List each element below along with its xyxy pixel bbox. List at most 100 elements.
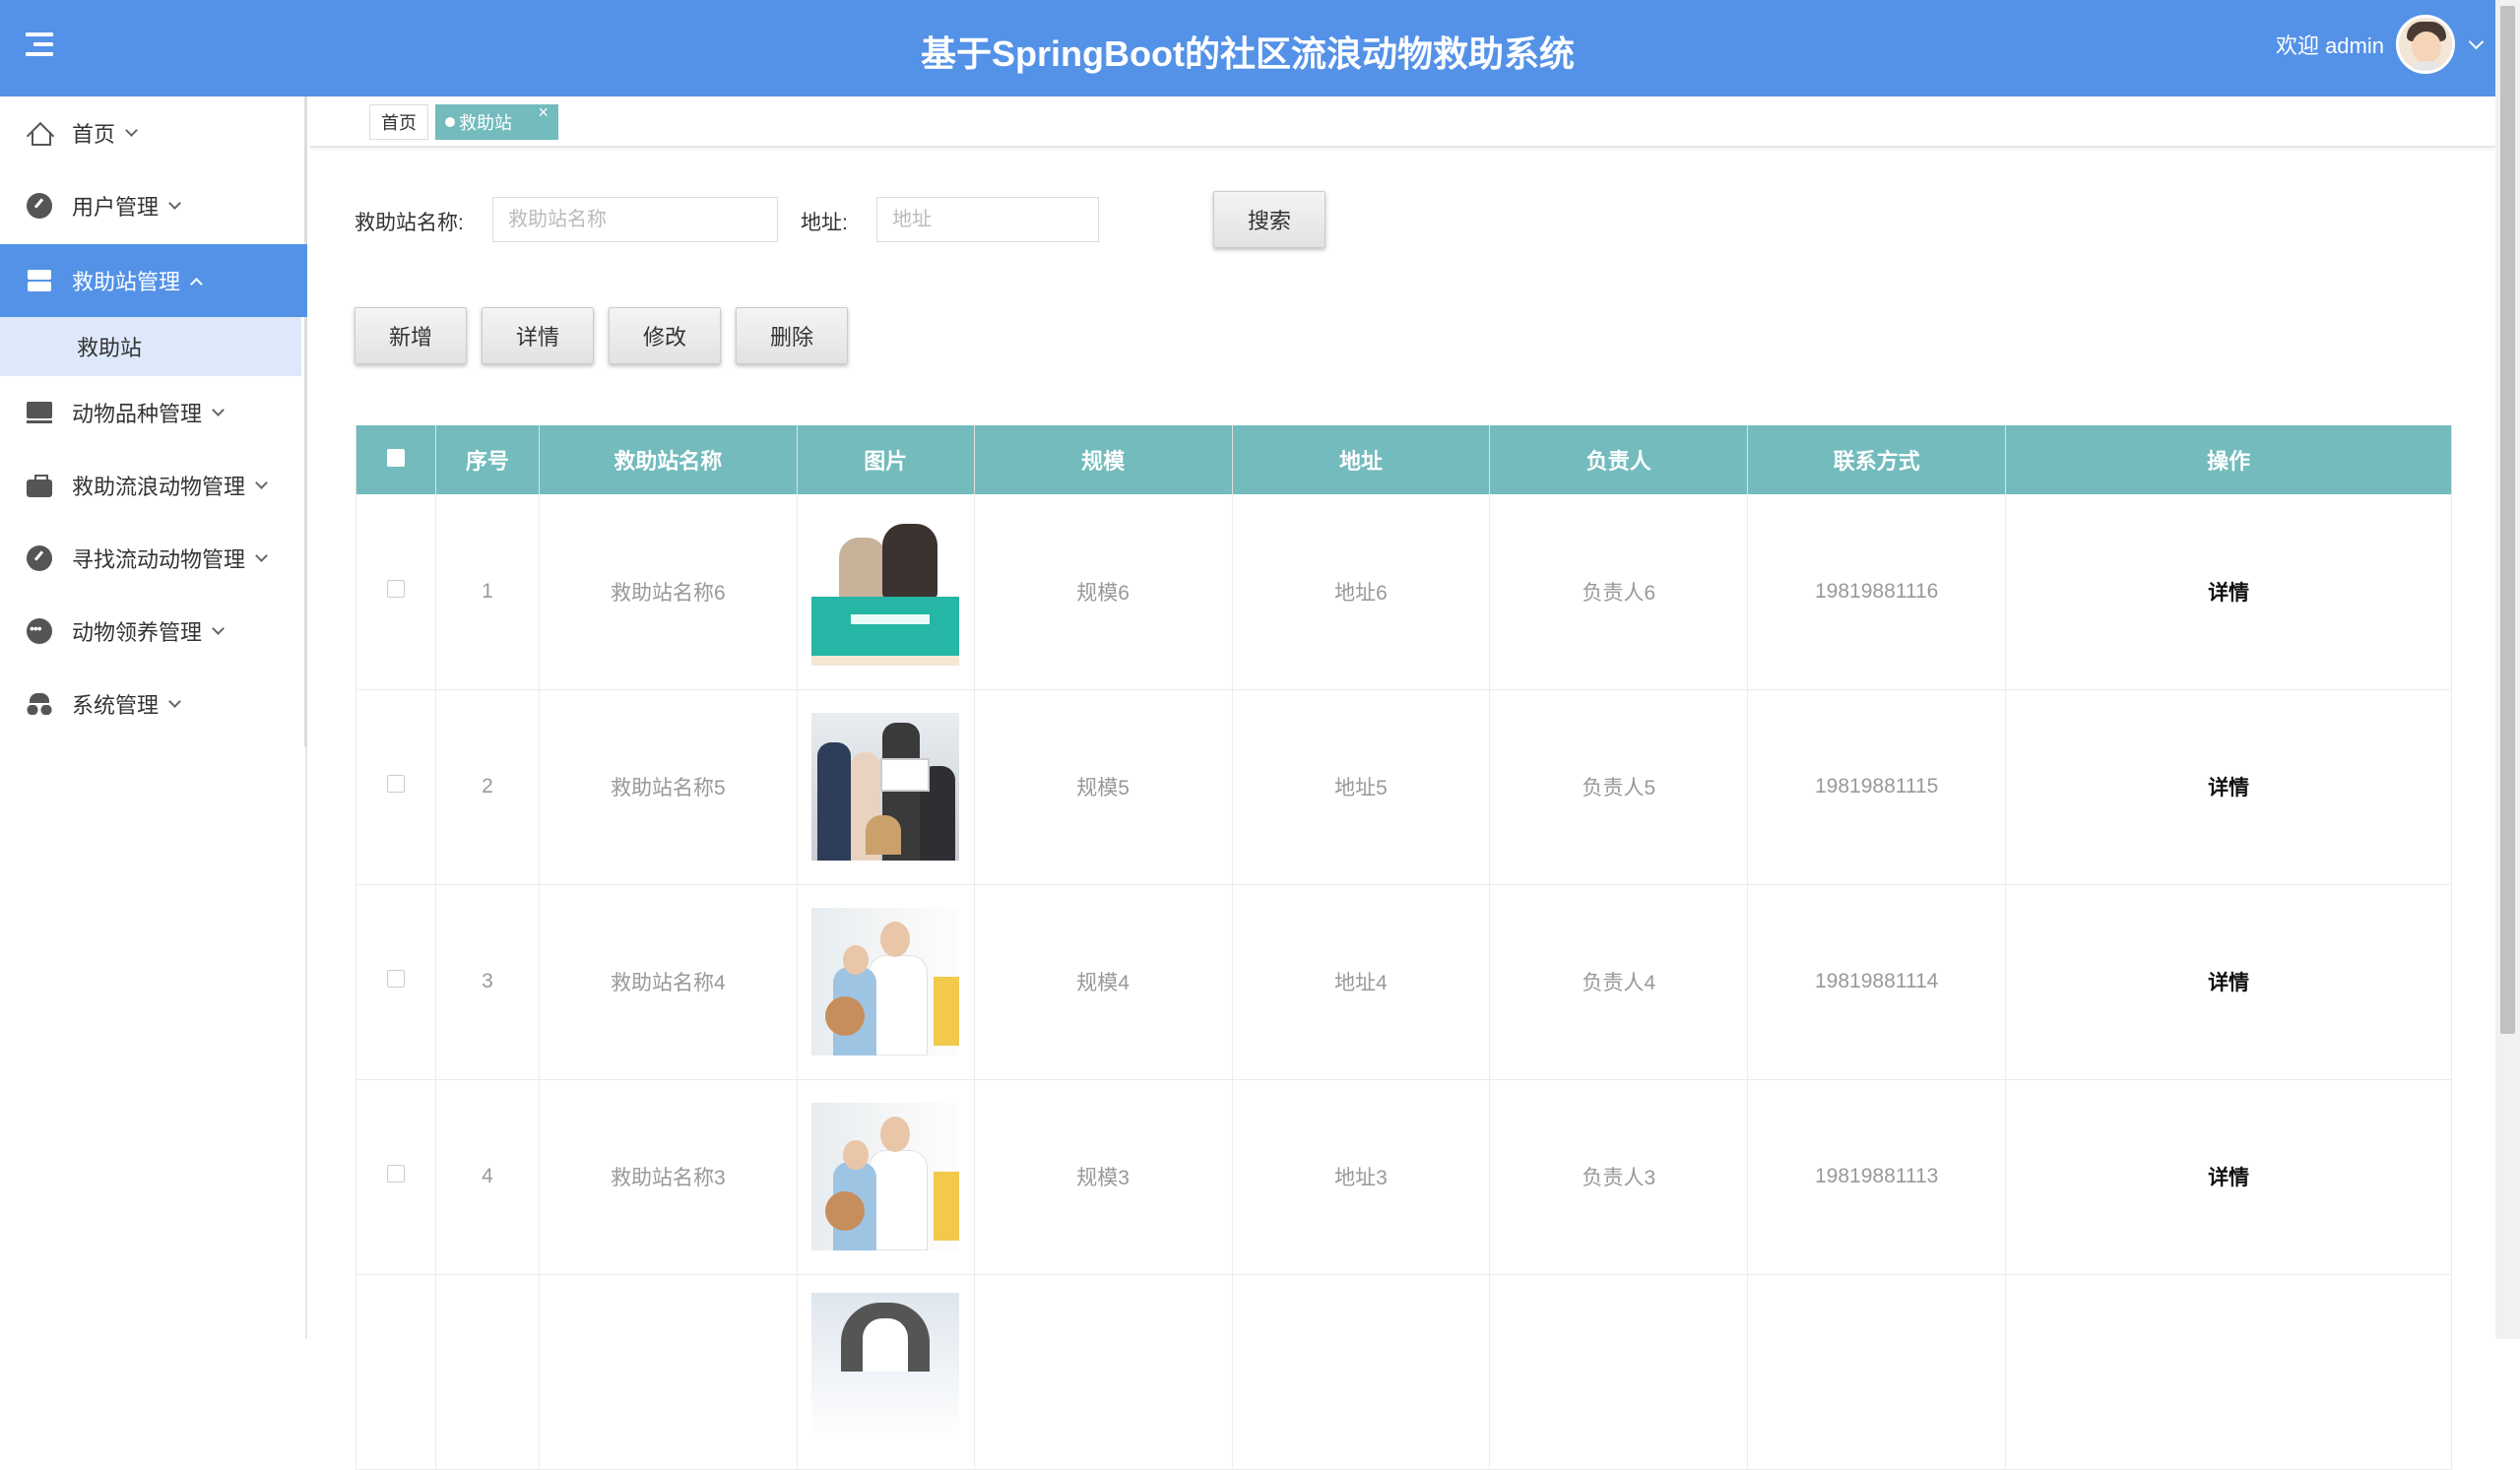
- cell-phone: 19819881116: [1747, 494, 2007, 690]
- chevron-down-icon: [168, 196, 181, 210]
- sidebar-item-breeds[interactable]: 动物品种管理: [0, 376, 307, 449]
- home-icon: [27, 120, 52, 146]
- tab-home[interactable]: 首页: [369, 104, 428, 140]
- close-icon[interactable]: ×: [538, 102, 549, 123]
- cell-scale: 规模3: [974, 1079, 1233, 1275]
- sidebar-item-find[interactable]: 寻找流动动物管理: [0, 522, 307, 595]
- row-detail-link[interactable]: 详情: [2208, 582, 2249, 605]
- sidebar-item-adoption[interactable]: 动物领养管理: [0, 595, 307, 668]
- sidebar-item-rescue[interactable]: 救助流浪动物管理: [0, 449, 307, 522]
- cell-manager: 负责人5: [1489, 689, 1749, 885]
- cell-manager: 负责人3: [1489, 1079, 1749, 1275]
- chevron-down-icon: [125, 123, 138, 137]
- dots-icon: [27, 618, 52, 644]
- tab-label: 救助站: [459, 113, 512, 133]
- cell-phone: 19819881115: [1747, 689, 2007, 885]
- sidebar-item-label: 用户管理: [72, 195, 160, 220]
- edit-button[interactable]: 修改: [609, 307, 721, 364]
- station-image: [811, 517, 960, 666]
- sidebar-item-label: 救助流浪动物管理: [72, 475, 246, 499]
- monitor-icon: [27, 400, 52, 425]
- cell-name: 救助站名称6: [539, 494, 798, 690]
- spy-icon: [27, 691, 52, 717]
- station-name-input[interactable]: [492, 197, 778, 242]
- table-row: 3 救助站名称4 规模4 地址4 负责人4 19819881114 详情: [355, 884, 2452, 1080]
- sidebar-item-label: 动物领养管理: [72, 620, 203, 645]
- tab-station[interactable]: 救助站 ×: [435, 102, 558, 140]
- row-checkbox[interactable]: [386, 579, 405, 598]
- cell-scale: 规模4: [974, 884, 1233, 1080]
- select-all-cell[interactable]: [355, 425, 436, 494]
- submenu-item-station[interactable]: 救助站: [0, 317, 301, 376]
- sidebar-item-stations[interactable]: 救助站管理: [0, 244, 307, 317]
- address-input[interactable]: [876, 197, 1099, 242]
- cell-address: 地址5: [1232, 689, 1491, 885]
- table-row: 1 救助站名称6 规模6 地址6 负责人6 19819881116 详情: [355, 494, 2452, 690]
- sidebar: 首页 用户管理 救助站管理 救助站 动物品种管理 救助流浪动物管理 寻找流动动物…: [0, 96, 307, 1339]
- search-button[interactable]: 搜索: [1213, 191, 1325, 248]
- chevron-down-icon[interactable]: [2468, 33, 2485, 49]
- column-header: 规模: [974, 425, 1233, 494]
- tab-bar: 首页 救助站 ×: [310, 96, 2495, 148]
- column-header: 操作: [2005, 425, 2452, 494]
- column-header: 救助站名称: [539, 425, 798, 494]
- briefcase-icon: [27, 473, 52, 498]
- cell-name: 救助站名称3: [539, 1079, 798, 1275]
- table-row: 4 救助站名称3 规模3 地址3 负责人3 19819881113 详情: [355, 1079, 2452, 1275]
- cell-index: 2: [435, 689, 540, 885]
- cell-phone: 19819881114: [1747, 884, 2007, 1080]
- select-all-checkbox[interactable]: [386, 449, 405, 467]
- gauge-icon: [27, 193, 52, 219]
- chevron-down-icon: [212, 621, 225, 635]
- cell-scale: 规模5: [974, 689, 1233, 885]
- user-menu[interactable]: 欢迎 admin: [2275, 14, 2485, 75]
- station-name-label: 救助站名称:: [355, 212, 464, 234]
- cell-phone: 19819881113: [1747, 1079, 2007, 1275]
- row-checkbox[interactable]: [386, 775, 405, 793]
- row-checkbox[interactable]: [386, 1165, 405, 1182]
- cell-index: 3: [435, 884, 540, 1080]
- table-row: 2 救助站名称5 规模5 地址5 负责人5 19819881115 详情: [355, 689, 2452, 885]
- add-button[interactable]: 新增: [355, 307, 467, 364]
- sidebar-item-label: 救助站管理: [72, 270, 181, 294]
- sidebar-item-users[interactable]: 用户管理: [0, 169, 307, 242]
- sidebar-item-label: 首页: [72, 122, 116, 147]
- cell-address: 地址6: [1232, 494, 1491, 690]
- cell-name: 救助站名称5: [539, 689, 798, 885]
- column-header: 地址: [1232, 425, 1491, 494]
- detail-button[interactable]: 详情: [482, 307, 594, 364]
- server-icon: [27, 268, 52, 293]
- chevron-down-icon: [212, 403, 225, 416]
- row-detail-link[interactable]: 详情: [2208, 777, 2249, 799]
- column-header: 图片: [797, 425, 975, 494]
- row-detail-link[interactable]: 详情: [2208, 972, 2249, 994]
- sidebar-item-label: 动物品种管理: [72, 402, 203, 426]
- sidebar-item-label: 系统管理: [72, 693, 160, 718]
- row-detail-link[interactable]: 详情: [2208, 1167, 2249, 1189]
- scrollbar-thumb[interactable]: [2500, 6, 2515, 1034]
- cell-scale: 规模6: [974, 494, 1233, 690]
- delete-button[interactable]: 删除: [736, 307, 848, 364]
- station-table: 序号 救助站名称 图片 规模 地址 负责人 联系方式 操作 1 救助站名称6 规…: [355, 425, 2452, 1470]
- column-header: 联系方式: [1747, 425, 2007, 494]
- station-image: [811, 713, 960, 861]
- column-header: 负责人: [1489, 425, 1749, 494]
- page-scrollbar[interactable]: [2495, 0, 2520, 1339]
- cell-index: 4: [435, 1079, 540, 1275]
- chevron-down-icon: [255, 548, 268, 562]
- chevron-up-icon: [190, 277, 203, 290]
- sidebar-item-home[interactable]: 首页: [0, 96, 307, 169]
- row-checkbox[interactable]: [386, 970, 405, 988]
- welcome-text: 欢迎 admin: [2275, 33, 2384, 58]
- submenu-label: 救助站: [77, 336, 143, 360]
- table-row: [355, 1274, 2452, 1470]
- sidebar-item-system[interactable]: 系统管理: [0, 668, 307, 740]
- avatar[interactable]: [2396, 15, 2455, 74]
- sidebar-item-label: 寻找流动动物管理: [72, 547, 246, 572]
- cell-name: 救助站名称4: [539, 884, 798, 1080]
- address-label: 地址:: [801, 212, 848, 234]
- cell-index: 1: [435, 494, 540, 690]
- cell-address: 地址3: [1232, 1079, 1491, 1275]
- dot-icon: [445, 117, 455, 127]
- top-header: 基于SpringBoot的社区流浪动物救助系统 欢迎 admin: [0, 0, 2495, 96]
